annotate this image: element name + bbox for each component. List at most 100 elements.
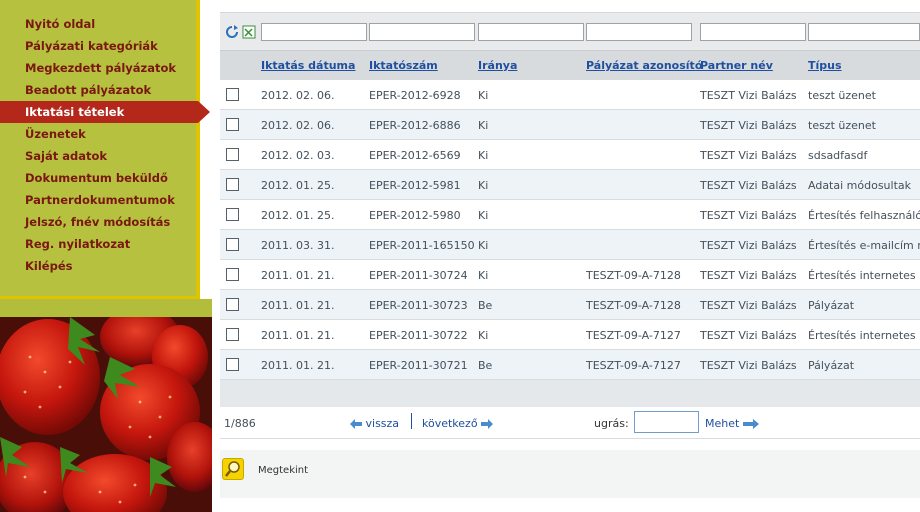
filter-input-partner-nev[interactable] xyxy=(700,23,806,41)
table-row[interactable]: 2011. 03. 31. EPER-2011-165150 Ki TESZT … xyxy=(220,230,920,260)
row-checkbox[interactable] xyxy=(226,118,239,131)
cell-direction: Be xyxy=(478,299,493,312)
cell-direction: Be xyxy=(478,359,493,372)
go-label: Mehet xyxy=(705,417,740,430)
cell-date: 2011. 01. 21. xyxy=(261,329,335,342)
cell-type: teszt üzenet xyxy=(808,89,876,102)
cell-filing-number: EPER-2011-30723 xyxy=(369,299,468,312)
row-checkbox[interactable] xyxy=(226,208,239,221)
cell-partner-name: TESZT Vizi Balázs xyxy=(700,89,797,102)
row-checkbox[interactable] xyxy=(226,238,239,251)
column-header-iranya[interactable]: Iránya xyxy=(478,59,517,72)
column-header-iktatas-datuma[interactable]: Iktatás dátuma xyxy=(261,59,355,72)
row-checkbox[interactable] xyxy=(226,328,239,341)
table-footer-band xyxy=(220,380,920,407)
next-label: következő xyxy=(422,417,478,430)
cell-type: Értesítés e-mailcím m xyxy=(808,239,920,252)
table-row[interactable]: 2012. 01. 25. EPER-2012-5981 Ki TESZT Vi… xyxy=(220,170,920,200)
row-checkbox[interactable] xyxy=(226,148,239,161)
cell-direction: Ki xyxy=(478,209,489,222)
table-row[interactable]: 2011. 01. 21. EPER-2011-30721 Be TESZT-0… xyxy=(220,350,920,380)
filter-input-iranya[interactable] xyxy=(478,23,584,41)
sidebar-item-nyito-oldal[interactable]: Nyitó oldal xyxy=(0,13,200,35)
sidebar-item-beadott-palyazatok[interactable]: Beadott pályázatok xyxy=(0,79,200,101)
strawberry-image xyxy=(0,299,212,512)
cell-type: Pályázat xyxy=(808,299,855,312)
filter-input-iktatas-datuma[interactable] xyxy=(261,23,367,41)
pagination-bar: 1/886 vissza következő ugrás: Mehet xyxy=(220,407,920,439)
cell-partner-name: TESZT Vizi Balázs xyxy=(700,179,797,192)
cell-partner-name: TESZT Vizi Balázs xyxy=(700,359,797,372)
back-link[interactable]: vissza xyxy=(350,417,399,430)
cell-partner-name: TESZT Vizi Balázs xyxy=(700,269,797,282)
table-row[interactable]: 2012. 02. 06. EPER-2012-6928 Ki TESZT Vi… xyxy=(220,80,920,110)
cell-type: Értesítés felhasználó xyxy=(808,209,920,222)
cell-filing-number: EPER-2011-165150 xyxy=(369,239,475,252)
filter-input-tipus[interactable] xyxy=(808,23,920,41)
jump-page-input[interactable] xyxy=(634,411,699,433)
sidebar-item-sajat-adatok[interactable]: Saját adatok xyxy=(0,145,200,167)
pager-separator xyxy=(411,413,412,429)
column-header-tipus[interactable]: Típus xyxy=(808,59,842,72)
filter-input-palyazat-azonosito[interactable] xyxy=(586,23,692,41)
cell-filing-number: EPER-2012-6928 xyxy=(369,89,461,102)
cell-application-id: TESZT-09-A-7128 xyxy=(586,269,681,282)
sidebar-item-kilepes[interactable]: Kilépés xyxy=(0,255,200,277)
row-checkbox[interactable] xyxy=(226,358,239,371)
arrow-right-icon xyxy=(481,419,494,429)
main-panel: Iktatás dátuma Iktatószám Iránya Pályáza… xyxy=(220,12,920,512)
cell-direction: Ki xyxy=(478,239,489,252)
cell-direction: Ki xyxy=(478,119,489,132)
cell-filing-number: EPER-2012-5980 xyxy=(369,209,461,222)
cell-type: Adatai módosultak xyxy=(808,179,912,192)
go-button[interactable]: Mehet xyxy=(705,417,759,430)
sidebar-item-jelszo-fnev-modositas[interactable]: Jelszó, fnév módosítás xyxy=(0,211,200,233)
row-checkbox[interactable] xyxy=(226,88,239,101)
cell-partner-name: TESZT Vizi Balázs xyxy=(700,209,797,222)
table-row[interactable]: 2012. 02. 03. EPER-2012-6569 Ki TESZT Vi… xyxy=(220,140,920,170)
table-row[interactable]: 2011. 01. 21. EPER-2011-30724 Ki TESZT-0… xyxy=(220,260,920,290)
row-checkbox[interactable] xyxy=(226,298,239,311)
refresh-icon[interactable] xyxy=(225,25,239,39)
filter-input-iktatoszam[interactable] xyxy=(369,23,475,41)
cell-direction: Ki xyxy=(478,89,489,102)
cell-partner-name: TESZT Vizi Balázs xyxy=(700,239,797,252)
column-header-palyazat-azonosito[interactable]: Pályázat azonosító xyxy=(586,59,702,72)
view-label[interactable]: Megtekint xyxy=(258,465,308,476)
cell-direction: Ki xyxy=(478,149,489,162)
next-link[interactable]: következő xyxy=(422,417,494,430)
cell-partner-name: TESZT Vizi Balázs xyxy=(700,149,797,162)
cell-date: 2012. 01. 25. xyxy=(261,179,335,192)
sidebar-item-megkezdett-palyazatok[interactable]: Megkezdett pályázatok xyxy=(0,57,200,79)
sidebar-item-reg-nyilatkozat[interactable]: Reg. nyilatkozat xyxy=(0,233,200,255)
row-checkbox[interactable] xyxy=(226,178,239,191)
sidebar-menu: Nyitó oldal Pályázati kategóriák Megkezd… xyxy=(0,13,210,277)
cell-filing-number: EPER-2012-6569 xyxy=(369,149,461,162)
cell-filing-number: EPER-2011-30721 xyxy=(369,359,468,372)
cell-filing-number: EPER-2011-30724 xyxy=(369,269,468,282)
table-row[interactable]: 2012. 01. 25. EPER-2012-5980 Ki TESZT Vi… xyxy=(220,200,920,230)
sidebar-item-iktatasi-tetelek[interactable]: Iktatási tételek xyxy=(0,101,210,123)
cell-type: teszt üzenet xyxy=(808,119,876,132)
page-count: 1/886 xyxy=(224,417,256,430)
sidebar-item-uzenetek[interactable]: Üzenetek xyxy=(0,123,200,145)
sidebar-item-partnerdokumentumok[interactable]: Partnerdokumentumok xyxy=(0,189,200,211)
table-row[interactable]: 2011. 01. 21. EPER-2011-30722 Ki TESZT-0… xyxy=(220,320,920,350)
table-row[interactable]: 2012. 02. 06. EPER-2012-6886 Ki TESZT Vi… xyxy=(220,110,920,140)
column-header-partner-nev[interactable]: Partner név xyxy=(700,59,773,72)
row-checkbox[interactable] xyxy=(226,268,239,281)
back-label: vissza xyxy=(365,417,400,430)
sidebar-item-palyazati-kategoriak[interactable]: Pályázati kategóriák xyxy=(0,35,200,57)
view-button[interactable] xyxy=(222,458,244,480)
cell-type: Pályázat xyxy=(808,359,855,372)
cell-application-id: TESZT-09-A-7127 xyxy=(586,359,681,372)
arrow-right-icon xyxy=(742,419,759,429)
action-bar: Megtekint xyxy=(220,450,920,498)
export-excel-icon[interactable] xyxy=(242,25,256,39)
table-row[interactable]: 2011. 01. 21. EPER-2011-30723 Be TESZT-0… xyxy=(220,290,920,320)
cell-partner-name: TESZT Vizi Balázs xyxy=(700,329,797,342)
cell-type: sdsadfasdf xyxy=(808,149,868,162)
sidebar-item-dokumentum-bekuldo[interactable]: Dokumentum beküldő xyxy=(0,167,200,189)
table-header: Iktatás dátuma Iktatószám Iránya Pályáza… xyxy=(220,50,920,80)
column-header-iktatoszam[interactable]: Iktatószám xyxy=(369,59,438,72)
